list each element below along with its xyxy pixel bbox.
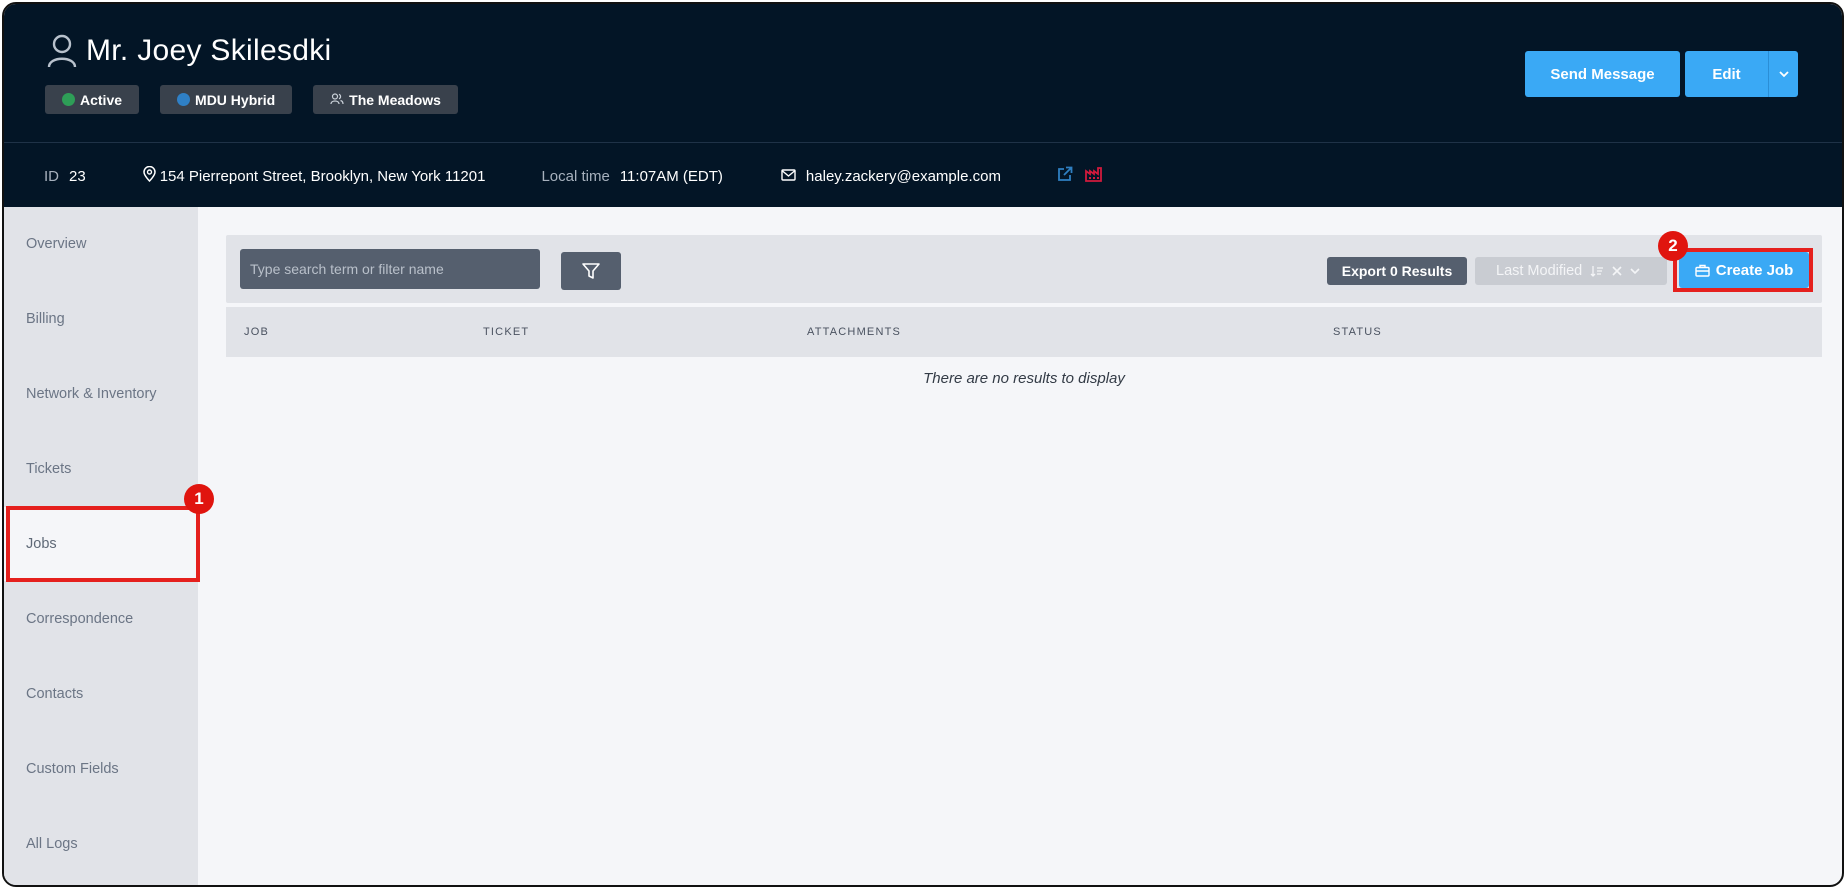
local-time: Local time 11:07AM (EDT) <box>541 168 722 185</box>
sidebar-item-all-logs[interactable]: All Logs <box>4 807 198 881</box>
customer-title-row: Mr. Joey Skilesdki <box>46 34 331 68</box>
highlight-box-jobs <box>6 506 200 582</box>
step-marker-2: 2 <box>1658 231 1688 261</box>
send-message-button[interactable]: Send Message <box>1525 51 1680 97</box>
search-input[interactable] <box>240 249 540 289</box>
sidebar-item-network-inventory[interactable]: Network & Inventory <box>4 357 198 431</box>
customer-email[interactable]: haley.zackery@example.com <box>781 168 1001 185</box>
customer-header: Mr. Joey Skilesdki Active MDU Hybrid The… <box>4 4 1842 207</box>
external-link-icon[interactable] <box>1057 166 1073 186</box>
sidebar-item-correspondence[interactable]: Correspondence <box>4 582 198 656</box>
location-pin-icon <box>142 165 156 186</box>
filter-button[interactable] <box>561 252 621 290</box>
app-window: Mr. Joey Skilesdki Active MDU Hybrid The… <box>2 2 1844 887</box>
chevron-down-icon <box>1778 70 1789 77</box>
empty-table-message: There are no results to display <box>923 370 1125 387</box>
column-header-ticket[interactable]: TICKET <box>483 326 529 338</box>
edit-button-group: Edit <box>1685 51 1798 97</box>
customer-info-row: ID 23 154 Pierrepont Street, Brooklyn, N… <box>44 165 1102 186</box>
sidebar-item-billing[interactable]: Billing <box>4 282 198 356</box>
customer-name: Mr. Joey Skilesdki <box>86 34 332 67</box>
sidebar-item-contacts[interactable]: Contacts <box>4 657 198 731</box>
external-links <box>1057 166 1102 186</box>
clear-icon[interactable] <box>1612 266 1622 276</box>
jobs-toolbar: Export 0 Results Last Modified Create Jo… <box>226 235 1822 303</box>
customer-id: ID 23 <box>44 168 86 185</box>
column-header-job[interactable]: JOB <box>244 326 269 338</box>
local-time-label: Local time <box>541 167 610 185</box>
blue-dot-icon <box>177 93 191 106</box>
id-label: ID <box>44 167 59 185</box>
column-header-attachments[interactable]: ATTACHMENTS <box>807 326 901 338</box>
badge-label: MDU Hybrid <box>195 91 276 108</box>
person-icon <box>46 34 78 68</box>
id-value: 23 <box>69 167 86 185</box>
address-text: 154 Pierrepont Street, Brooklyn, New Yor… <box>159 167 486 185</box>
header-divider <box>4 142 1842 143</box>
highlight-box-create-job <box>1673 248 1813 292</box>
sidebar-item-tickets[interactable]: Tickets <box>4 432 198 506</box>
sort-order-icon[interactable] <box>1590 265 1604 277</box>
header-actions: Send Message Edit <box>1525 51 1798 97</box>
sort-select[interactable]: Last Modified <box>1475 257 1667 285</box>
people-icon <box>330 92 344 108</box>
column-header-status[interactable]: STATUS <box>1333 326 1382 338</box>
funnel-icon <box>582 263 600 279</box>
email-text[interactable]: haley.zackery@example.com <box>806 168 1001 185</box>
sort-label: Last Modified <box>1496 263 1583 279</box>
customer-address: 154 Pierrepont Street, Brooklyn, New Yor… <box>142 165 486 186</box>
status-badge-active: Active <box>45 85 140 114</box>
export-results-button[interactable]: Export 0 Results <box>1327 257 1467 285</box>
green-dot-icon <box>62 93 75 106</box>
badge-label: Active <box>80 91 123 108</box>
badge-label: The Meadows <box>349 91 441 108</box>
factory-icon[interactable] <box>1085 166 1102 186</box>
edit-dropdown-toggle[interactable] <box>1768 51 1798 97</box>
chevron-down-icon[interactable] <box>1630 267 1640 275</box>
step-marker-1: 1 <box>184 484 214 514</box>
status-badges: Active MDU Hybrid The Meadows <box>45 85 458 114</box>
badge-the-meadows: The Meadows <box>313 85 458 114</box>
sidebar-item-overview[interactable]: Overview <box>4 207 198 281</box>
jobs-table-header: JOB TICKET ATTACHMENTS STATUS <box>226 307 1822 357</box>
envelope-icon <box>781 168 796 185</box>
local-time-value: 11:07AM (EDT) <box>619 167 723 185</box>
sidebar-item-custom-fields[interactable]: Custom Fields <box>4 732 198 806</box>
badge-mdu-hybrid: MDU Hybrid <box>160 85 293 114</box>
edit-button[interactable]: Edit <box>1685 51 1768 97</box>
